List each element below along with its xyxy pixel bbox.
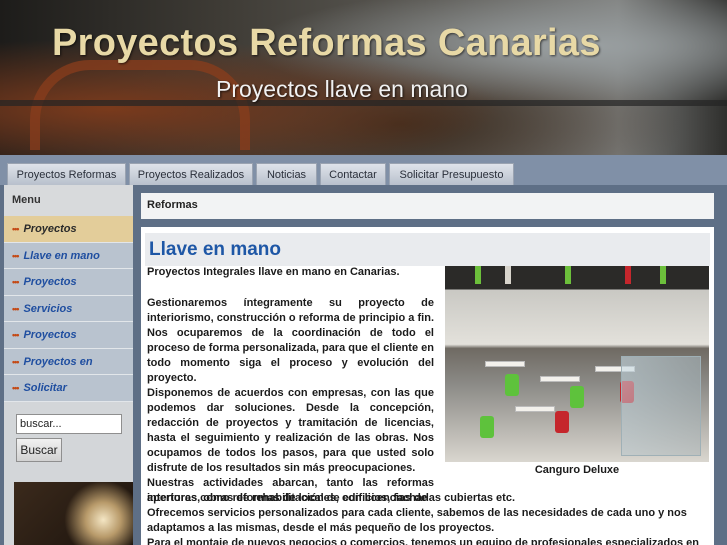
sidebar-item-label: Servicios: [23, 302, 73, 315]
bullet-dots-icon: •••: [12, 330, 20, 340]
tab-contactar[interactable]: Contactar: [320, 163, 386, 185]
body-text: Gestionaremos íntegramente su proyecto d…: [147, 296, 434, 506]
search-button[interactable]: Buscar: [16, 438, 62, 462]
site-title[interactable]: Proyectos Reformas Canarias: [52, 22, 601, 65]
text-line: Ofrecemos servicios personalizados para …: [147, 507, 687, 534]
tab-noticias[interactable]: Noticias: [256, 163, 317, 185]
breadcrumb-bar: Reformas: [141, 193, 714, 219]
lead-text: Proyectos Integrales llave en mano en Ca…: [147, 266, 400, 278]
header-banner: Proyectos Reformas Canarias Proyectos ll…: [0, 0, 727, 155]
paragraph: Disponemos de acuerdos con empresas, con…: [147, 387, 434, 474]
sidebar-item-servicios[interactable]: ••• Servicios: [4, 295, 133, 322]
sidebar-item-label: Proyectos en: [23, 355, 93, 368]
text-line: Para el montaje de nuevos negocios o com…: [147, 537, 699, 545]
sidebar-item-label: Proyectos: [23, 223, 77, 235]
tab-solicitar-presupuesto[interactable]: Solicitar Presupuesto: [389, 163, 514, 185]
main-content: Llave en mano Proyectos Integrales llave…: [141, 227, 714, 545]
sidebar-photo: [14, 482, 133, 545]
search-input[interactable]: [16, 414, 122, 434]
sidebar-item-proyectos[interactable]: ••• Proyectos: [4, 216, 133, 243]
bullet-dots-icon: •••: [12, 383, 20, 393]
bullet-dots-icon: •••: [12, 303, 20, 314]
sidebar-item-label: Proyectos: [23, 329, 77, 341]
sidebar-item-proyectos-2[interactable]: ••• Proyectos: [4, 269, 133, 296]
sidebar-heading: Menu: [4, 185, 133, 216]
bullet-dots-icon: •••: [12, 277, 20, 287]
tab-proyectos-realizados[interactable]: Proyectos Realizados: [129, 163, 253, 185]
bullet-dots-icon: •••: [12, 224, 20, 234]
image-caption: Canguro Deluxe: [534, 464, 620, 476]
wide-text: aperturas, obras de rehabilitación de ed…: [147, 491, 711, 545]
sidebar-item-label: Proyectos: [23, 276, 77, 288]
sidebar-item-proyectos-en[interactable]: ••• Proyectos en: [4, 348, 133, 375]
sidebar-item-label: Llave en mano: [23, 249, 100, 262]
bullet-dots-icon: •••: [12, 250, 20, 261]
paragraph: Gestionaremos íntegramente su proyecto d…: [147, 297, 434, 384]
sidebar: Menu ••• Proyectos ••• Llave en mano ••• Pr…: [4, 185, 133, 545]
sidebar-item-proyectos-3[interactable]: ••• Proyectos: [4, 322, 133, 349]
sidebar-item-llave-en-mano[interactable]: ••• Llave en mano: [4, 242, 133, 269]
sidebar-item-solicitar[interactable]: ••• Solicitar: [4, 375, 133, 402]
main-nav: Proyectos Reformas Proyectos Realizados …: [0, 155, 727, 185]
cafeteria-photo: [445, 266, 709, 462]
text-line: aperturas, obras de rehabilitación de ed…: [147, 492, 516, 504]
site-subtitle: Proyectos llave en mano: [216, 76, 468, 102]
bullet-dots-icon: •••: [12, 356, 20, 367]
tab-proyectos-reformas[interactable]: Proyectos Reformas: [7, 163, 126, 185]
sidebar-item-label: Solicitar: [23, 382, 67, 394]
breadcrumb[interactable]: Reformas: [147, 199, 198, 211]
page: Proyectos Reformas Canarias Proyectos ll…: [0, 0, 727, 545]
page-title: Llave en mano: [149, 239, 281, 260]
